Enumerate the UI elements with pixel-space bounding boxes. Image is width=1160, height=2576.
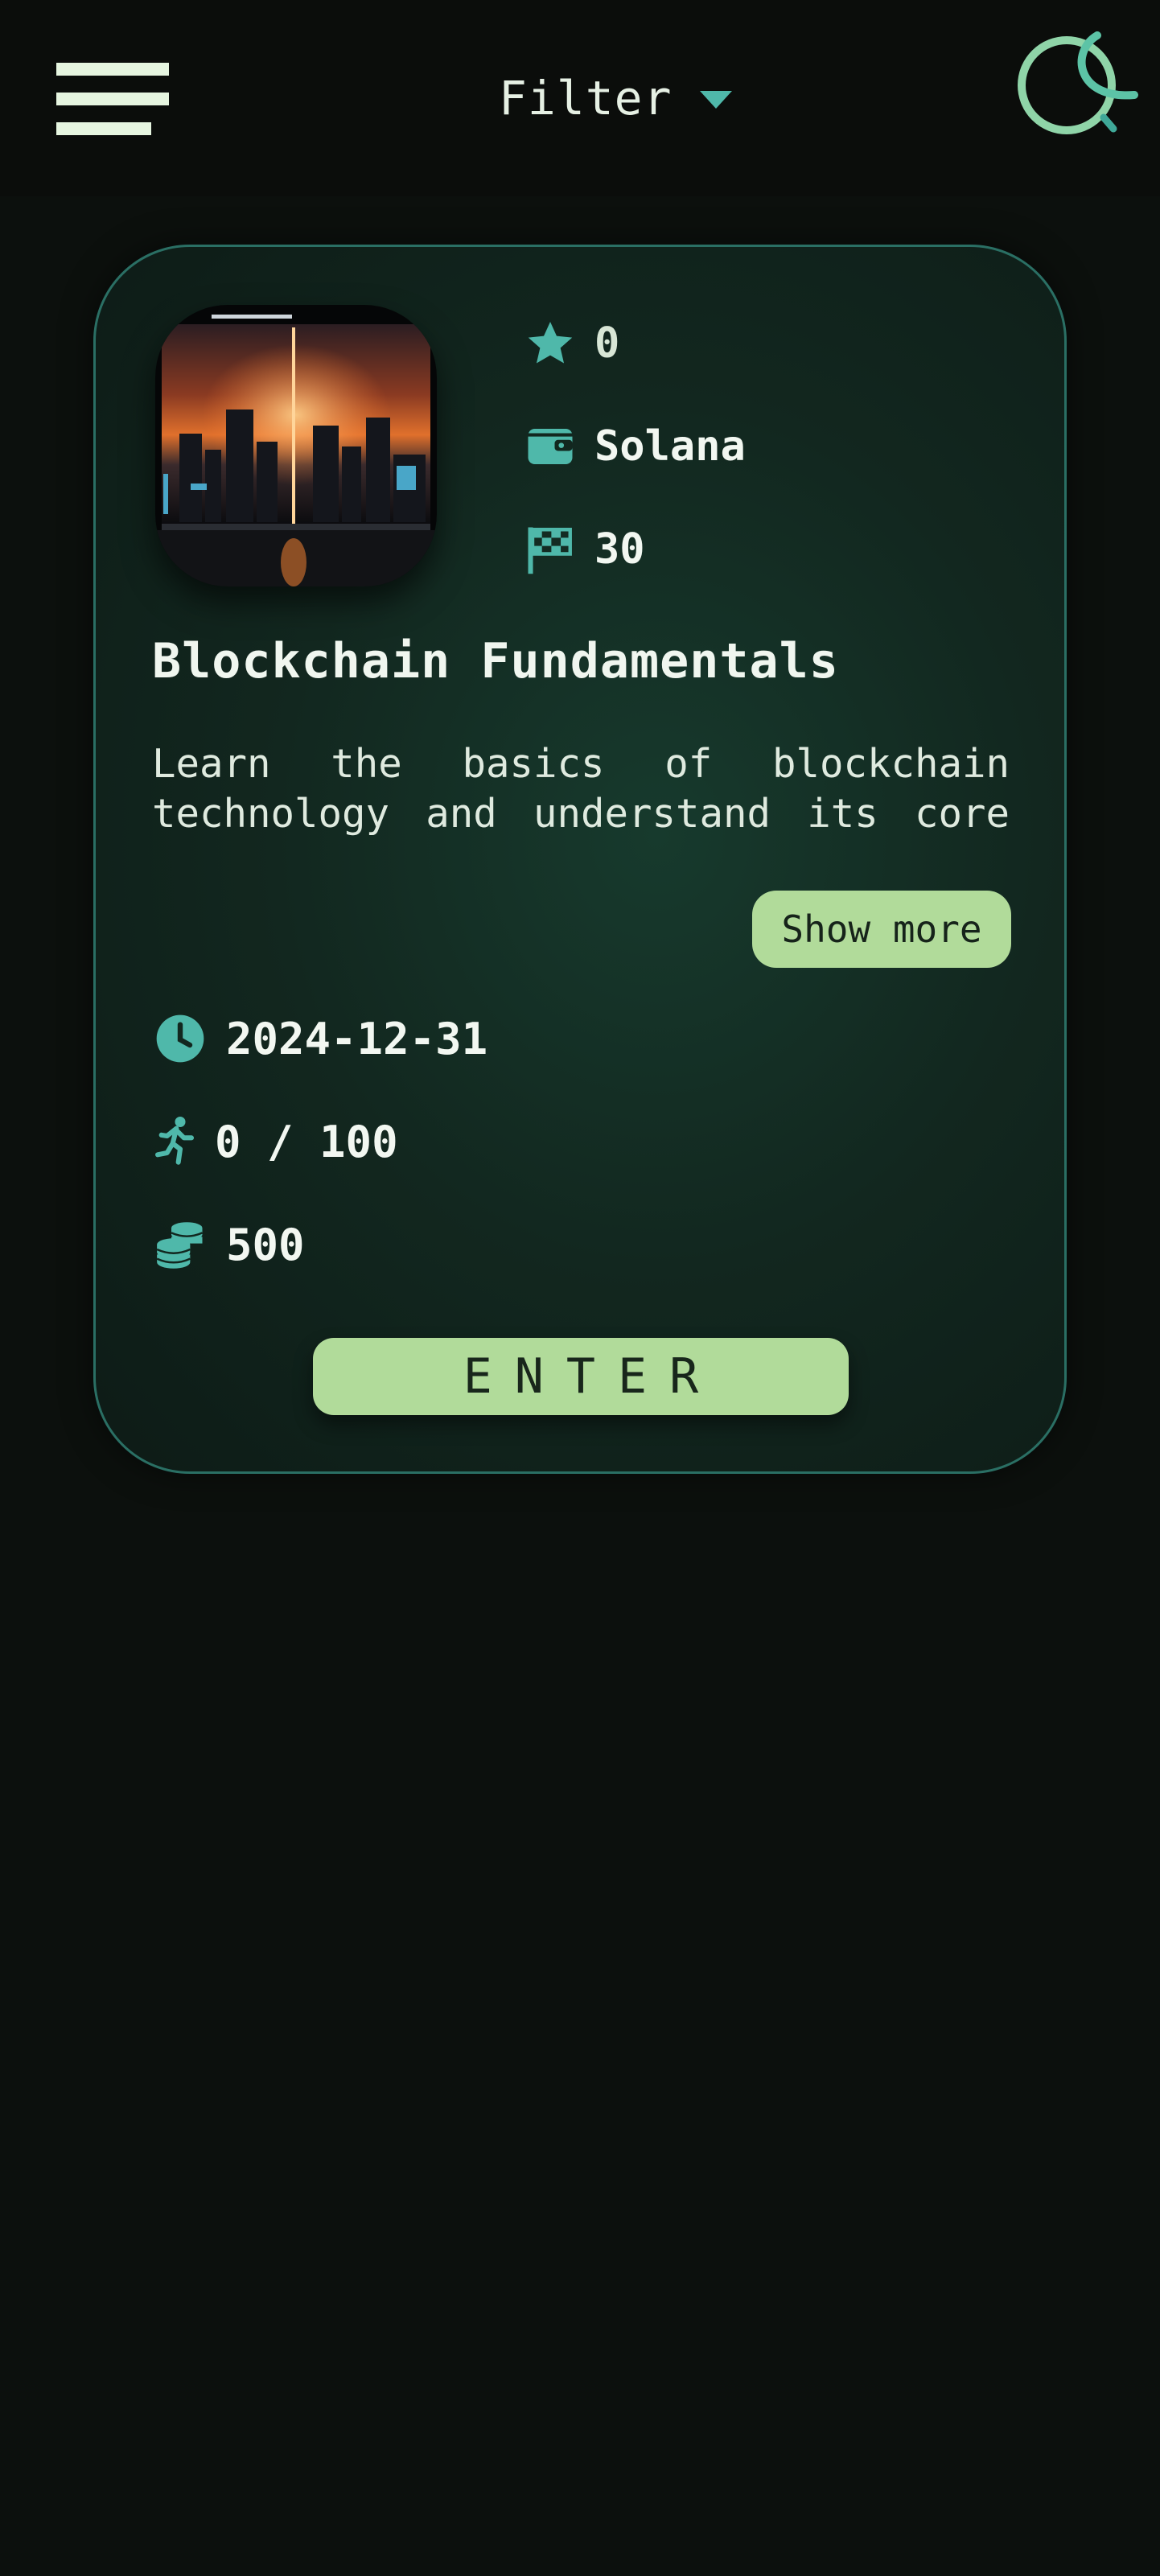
course-card: 0 Solana 30 Blockchain Fundamentals Lear… [93,245,1067,1474]
level-row: 30 [522,517,645,582]
rating-value: 0 [594,319,620,368]
deadline-date: 2024-12-31 [226,1013,488,1064]
deadline-row: 2024-12-31 [152,1006,487,1071]
enter-button[interactable]: ENTER [313,1338,849,1415]
chain-row: Solana [522,414,746,479]
reward-amount: 500 [226,1219,305,1270]
coins-icon [152,1216,208,1273]
participants-row: 0 / 100 [152,1109,398,1174]
top-bar: Filter [0,0,1160,196]
course-description: Learn the basics of blockchain technolog… [152,741,1010,837]
caret-down-icon [699,91,732,109]
participants-count: 0 / 100 [215,1116,398,1167]
reward-row: 500 [152,1212,305,1277]
filter-label: Filter [499,71,673,126]
running-person-icon [152,1113,197,1170]
show-more-button[interactable]: Show more [752,891,1011,968]
app-logo-icon[interactable] [1014,27,1142,140]
hamburger-menu-icon[interactable] [56,63,169,135]
level-value: 30 [594,525,645,574]
wallet-icon [522,418,578,475]
filter-dropdown[interactable]: Filter [499,66,732,130]
star-icon [522,315,578,372]
course-title: Blockchain Fundamentals [152,633,839,689]
clock-icon [152,1010,208,1067]
course-thumbnail [155,305,437,586]
rating-row: 0 [522,311,619,376]
chain-name: Solana [594,422,746,471]
checkered-flag-icon [522,521,578,578]
